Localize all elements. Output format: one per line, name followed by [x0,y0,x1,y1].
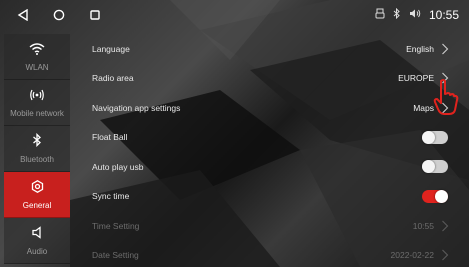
setting-value: EUROPE [398,73,434,84]
sidebar-item-label: Mobile network [10,108,64,118]
back-triangle-icon[interactable] [10,4,36,26]
volume-icon [409,8,421,22]
setting-label: Navigation app settings [92,102,181,113]
chevron-right-icon [440,248,450,262]
setting-sync-time: Sync time [92,182,450,212]
setting-navigation-app[interactable]: Navigation app settings Maps [92,93,450,123]
setting-language[interactable]: Language English [92,34,450,64]
sidebar-item-label: Audio [26,246,48,256]
setting-value: Maps [413,102,434,113]
toggle-knob [422,130,435,144]
float-ball-toggle[interactable] [422,130,448,144]
setting-label: Time Setting [92,220,140,231]
setting-date: Date Setting 2022-02-22 [92,241,450,267]
gear-icon [31,179,44,198]
setting-value: 2022-02-22 [390,250,434,261]
sync-time-toggle[interactable] [422,189,448,203]
setting-label: Float Ball [92,132,128,143]
toggle-knob [422,160,435,174]
status-bar: 10:55 [0,0,469,30]
setting-auto-play-usb: Auto play usb [92,152,450,182]
pointing-hand-icon [432,78,460,118]
general-settings-list: Language English Radio area EUROPE Navig… [92,34,450,267]
setting-radio-area[interactable]: Radio area EUROPE [92,64,450,94]
bluetooth-icon [393,7,401,22]
home-circle-icon[interactable] [46,4,72,26]
setting-label: Auto play usb [92,161,144,172]
speaker-icon [31,225,43,244]
setting-time: Time Setting 10:55 [92,211,450,241]
setting-label: Sync time [92,191,130,202]
setting-label: Language [92,43,130,54]
sidebar-item-bluetooth[interactable]: Bluetooth [4,126,70,172]
usb-icon [375,8,385,22]
chevron-right-icon [440,42,450,56]
auto-play-usb-toggle[interactable] [422,160,448,174]
sidebar-item-label: Bluetooth [20,155,54,164]
sidebar-item-audio[interactable]: Audio [4,218,70,264]
clock: 10:55 [428,8,459,22]
bluetooth-icon [32,132,42,152]
toggle-knob [435,189,448,203]
sidebar-item-mobile-network[interactable]: Mobile network [4,80,70,126]
signal-icon [30,88,44,106]
setting-value: 10:55 [412,220,434,231]
settings-sidebar: WLAN Mobile network Bluetooth General Au… [4,34,70,264]
sidebar-item-general[interactable]: General [4,172,70,218]
recent-square-icon[interactable] [82,4,108,26]
wifi-icon [29,42,45,60]
sidebar-item-label: General [22,200,52,210]
setting-label: Radio area [92,73,134,84]
setting-value: English [406,43,434,54]
setting-float-ball: Float Ball [92,123,450,153]
setting-label: Date Setting [92,250,139,261]
sidebar-item-wlan[interactable]: WLAN [4,34,70,80]
sidebar-item-label: WLAN [25,62,49,72]
chevron-right-icon [440,219,450,233]
